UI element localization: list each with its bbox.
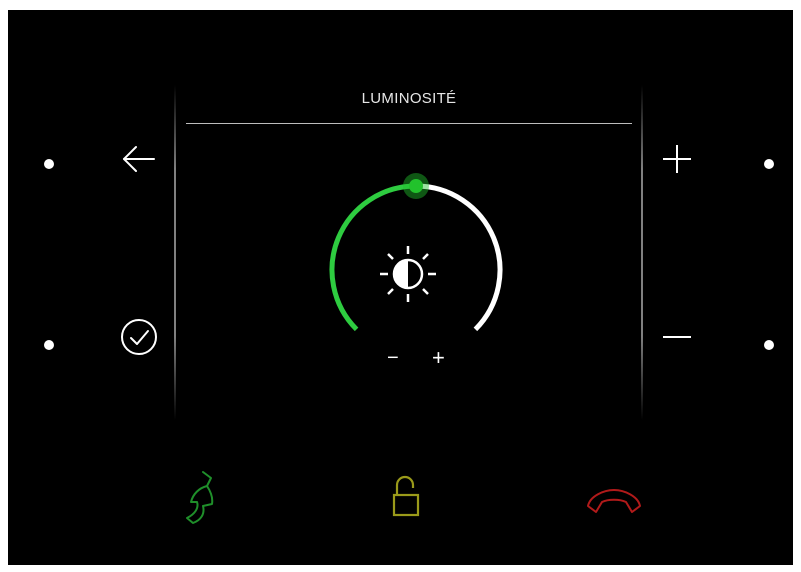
dial-plus-label: + (432, 345, 445, 370)
dial-minus-label: − (387, 347, 399, 369)
dial-knob (409, 179, 423, 193)
page-title: LUMINOSITÉ (361, 90, 457, 107)
minus-icon (663, 336, 691, 338)
phone-answer-icon (186, 471, 214, 524)
intercom-screen: LUMINOSITÉ − + (8, 10, 793, 565)
decrease-button[interactable] (660, 320, 694, 354)
right-top-indicator-dot (764, 159, 774, 169)
right-divider (641, 85, 643, 420)
brightness-dial[interactable]: − + (308, 170, 508, 375)
confirm-button[interactable] (119, 317, 159, 357)
phone-hangup-icon (587, 489, 641, 513)
check-circle-icon (121, 319, 157, 355)
brightness-icon (380, 246, 436, 302)
unlock-icon (392, 475, 420, 517)
title-underline (186, 123, 632, 124)
arrow-left-icon (123, 146, 155, 172)
back-button[interactable] (118, 141, 158, 177)
left-bottom-indicator-dot (44, 340, 54, 350)
left-top-indicator-dot (44, 159, 54, 169)
plus-icon (663, 145, 691, 173)
left-divider (174, 85, 176, 420)
increase-button[interactable] (660, 142, 694, 176)
unlock-door-button[interactable] (388, 475, 424, 520)
hang-up-button[interactable] (584, 484, 644, 514)
right-bottom-indicator-dot (764, 340, 774, 350)
answer-call-button[interactable] (183, 468, 223, 528)
